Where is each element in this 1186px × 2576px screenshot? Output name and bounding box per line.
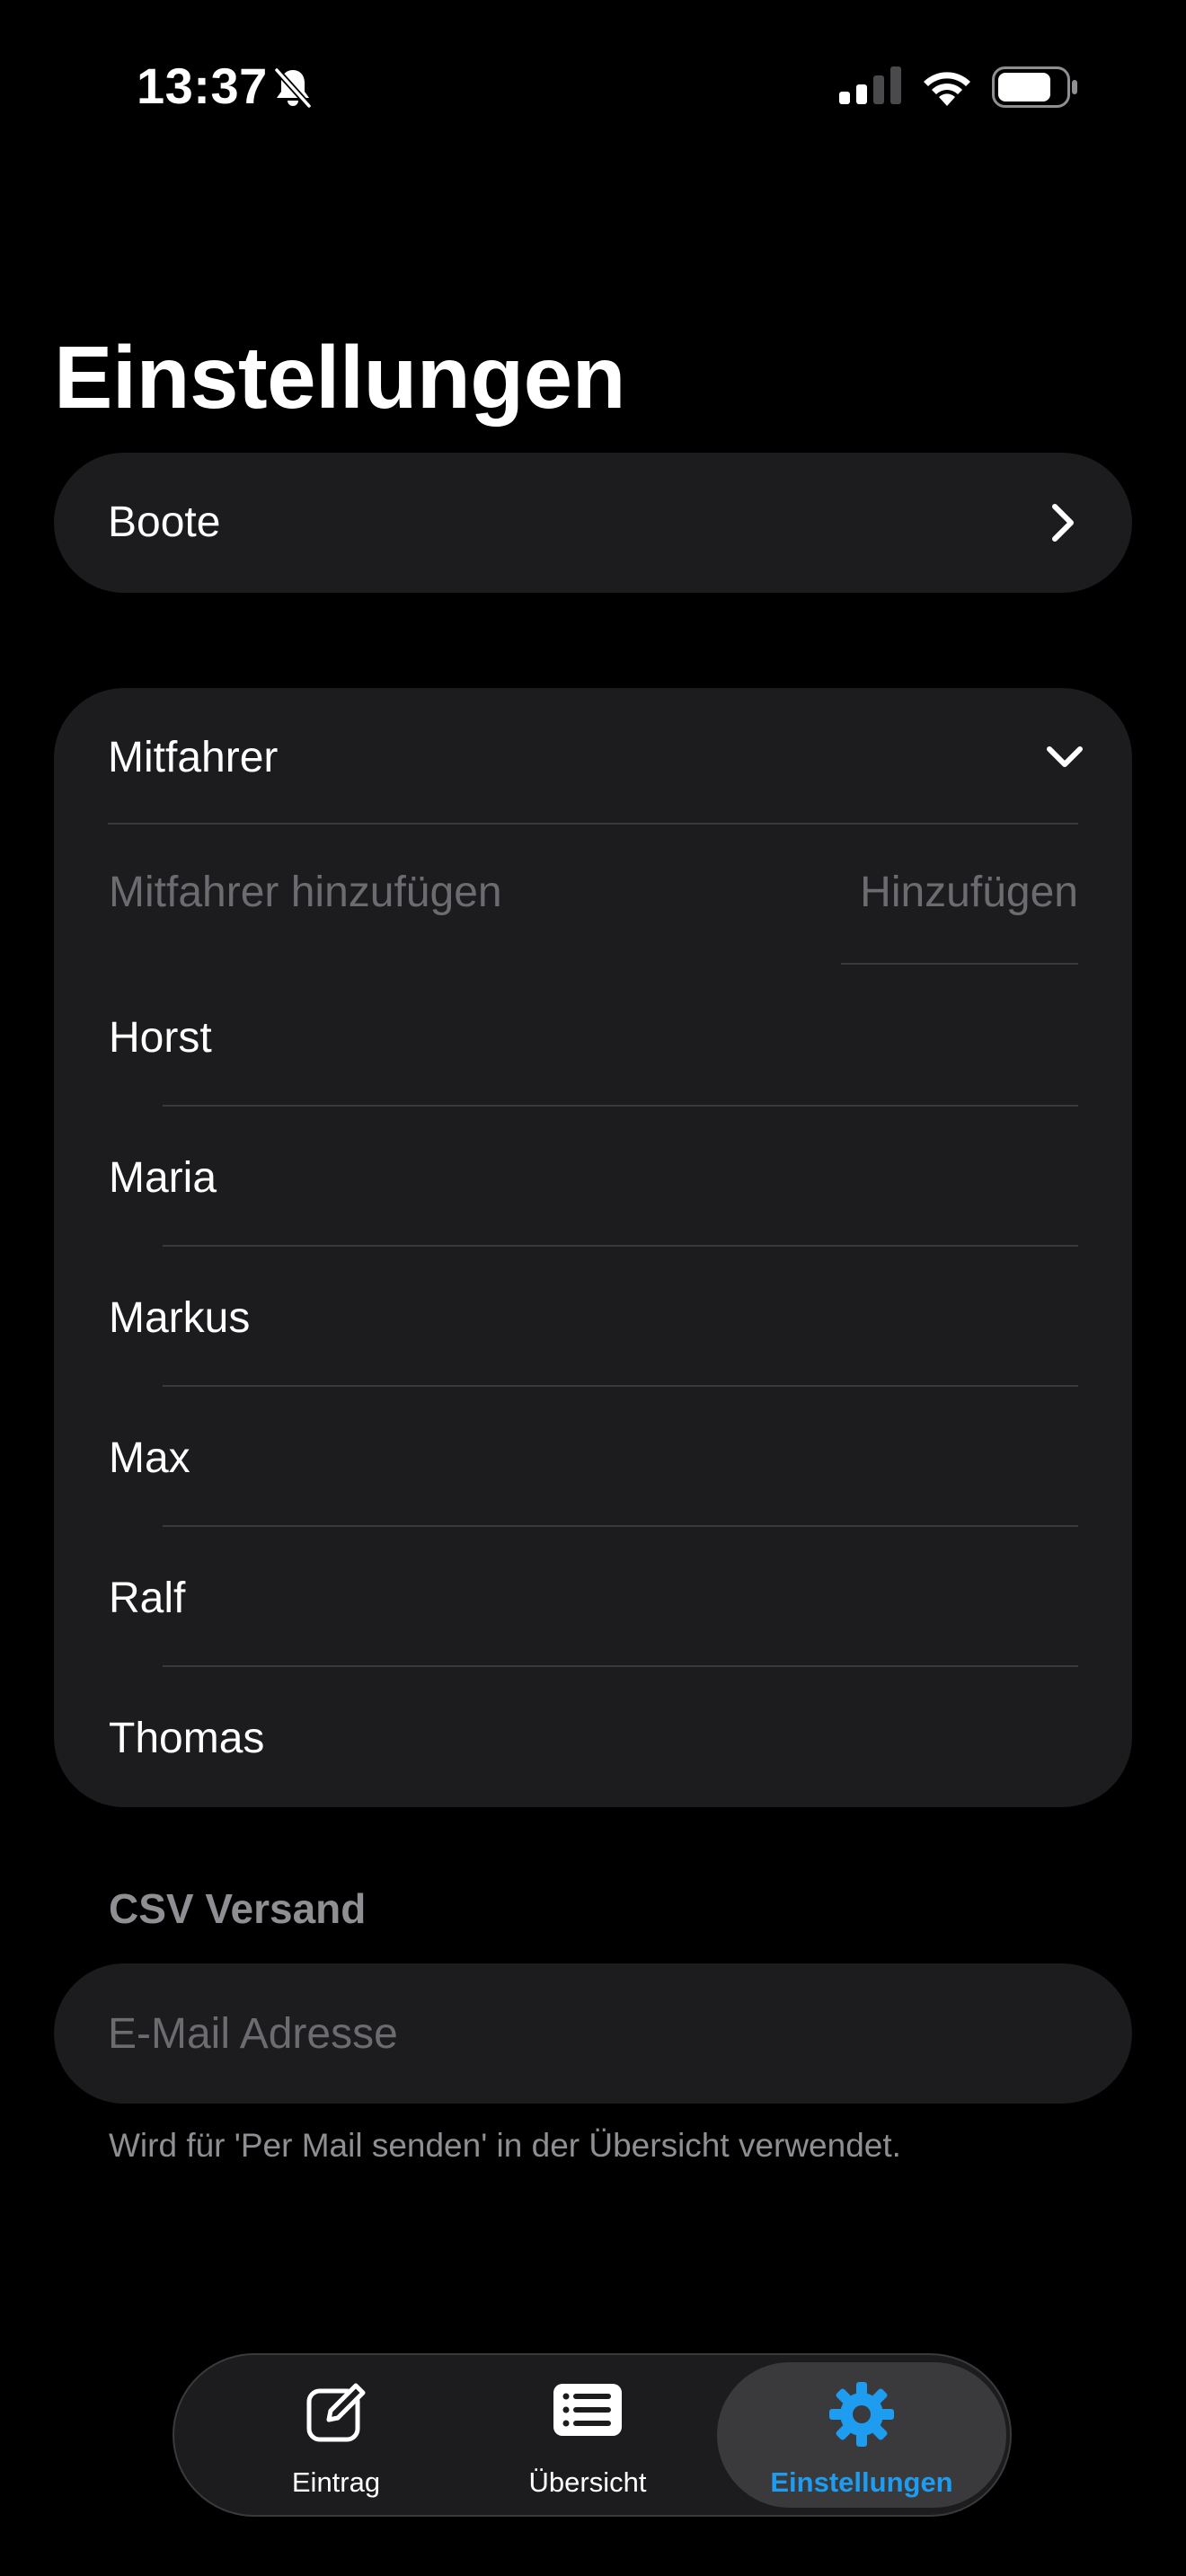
csv-section-header: CSV Versand [109,1885,367,1932]
list-divider [163,1665,1078,1667]
add-button-underline [841,963,1078,965]
list-item[interactable]: Markus [109,1293,250,1344]
list-divider [163,1245,1078,1247]
add-mitfahrer-button[interactable]: Hinzufügen [860,868,1078,918]
list-divider [163,1525,1078,1527]
list-item[interactable]: Ralf [109,1574,185,1624]
gear-icon [829,2382,894,2447]
status-bar: 13:37 [0,0,1186,171]
cellular-signal-icon [839,66,901,104]
mitfahrer-label: Mitfahrer [108,734,279,781]
battery-icon [992,66,1077,108]
mitfahrer-section: Mitfahrer [54,688,1132,1807]
email-field-container [54,1963,1132,2104]
tab-einstellungen[interactable]: Einstellungen [717,2362,1006,2508]
list-item[interactable]: Maria [109,1153,217,1204]
list-divider [163,1105,1078,1107]
tab-uebersicht[interactable]: Übersicht [471,2362,704,2508]
bell-slash-icon [273,66,313,110]
email-field[interactable] [108,1963,1078,2104]
status-time: 13:37 [137,57,268,114]
chevron-down-icon [1047,746,1083,767]
tab-bar: Eintrag Übersicht Einstellungen [173,2353,1012,2517]
mitfahrer-header[interactable]: Mitfahrer [54,688,1132,823]
compose-icon [306,2383,366,2442]
tab-eintrag[interactable]: Eintrag [219,2362,453,2508]
tab-uebersicht-label: Übersicht [528,2466,647,2498]
list-item[interactable]: Horst [109,1013,212,1063]
wifi-icon [924,72,970,106]
boote-label: Boote [108,498,221,546]
tab-eintrag-label: Eintrag [291,2466,381,2498]
list-divider [163,1385,1078,1387]
list-item[interactable]: Thomas [109,1714,264,1764]
chevron-right-icon [1052,504,1074,542]
list-item[interactable]: Max [109,1434,190,1484]
boote-row[interactable]: Boote [54,453,1132,593]
add-mitfahrer-input[interactable]: Mitfahrer hinzufügen [109,868,502,918]
csv-footnote: Wird für 'Per Mail senden' in der Übersi… [109,2127,901,2164]
tab-einstellungen-label: Einstellungen [770,2466,953,2498]
header-divider [108,823,1078,825]
home-indicator [0,2533,1186,2576]
page-title: Einstellungen [54,328,626,427]
list-icon [553,2384,622,2436]
